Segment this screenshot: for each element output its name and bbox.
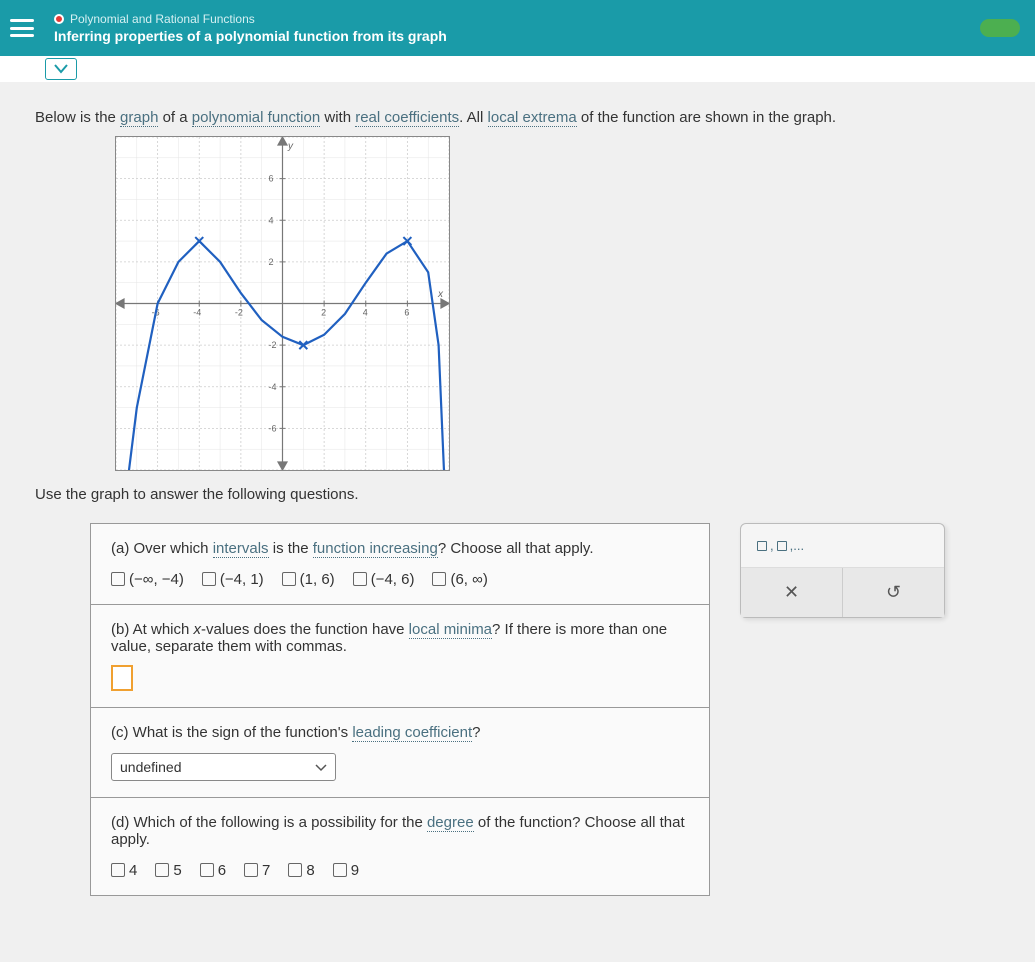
instruction-text: Use the graph to answer the following qu… (35, 486, 1015, 503)
square-icon (777, 541, 787, 551)
checkbox-icon (432, 572, 446, 586)
question-box: (a) Over which intervals is the function… (90, 523, 710, 896)
part-d-option-0[interactable]: 4 (111, 862, 137, 879)
svg-text:2: 2 (321, 308, 326, 318)
checkbox-icon (111, 863, 125, 877)
checkbox-icon (353, 572, 367, 586)
tool-panel: ,,... ✕ ↺ (740, 523, 945, 618)
term-local-minima[interactable]: local minima (409, 621, 492, 639)
part-b-prompt: (b) At which x-values does the function … (111, 621, 689, 655)
part-c-prompt: (c) What is the sign of the function's l… (111, 724, 689, 741)
term-function-increasing[interactable]: function increasing (313, 540, 438, 558)
subheader-bar (0, 56, 1035, 82)
collapse-toggle[interactable] (45, 58, 77, 80)
select-value: undefined (120, 759, 182, 775)
term-graph[interactable]: graph (120, 109, 158, 127)
svg-text:-6: -6 (269, 423, 277, 433)
svg-text:2: 2 (269, 257, 274, 267)
svg-text:4: 4 (269, 215, 274, 225)
svg-text:x: x (437, 289, 444, 300)
svg-text:-2: -2 (235, 308, 243, 318)
chevron-down-icon (315, 759, 327, 775)
part-a-option-4[interactable]: (6, ∞) (432, 571, 487, 588)
part-a-option-1[interactable]: (−4, 1) (202, 571, 264, 588)
menu-icon[interactable] (10, 19, 34, 37)
part-b: (b) At which x-values does the function … (91, 605, 709, 708)
part-d-option-5[interactable]: 9 (333, 862, 359, 879)
svg-text:4: 4 (363, 308, 368, 318)
svg-text:-2: -2 (269, 340, 277, 350)
part-d: (d) Which of the following is a possibil… (91, 798, 709, 895)
part-a-option-2[interactable]: (1, 6) (282, 571, 335, 588)
term-leading-coefficient[interactable]: leading coefficient (352, 724, 472, 742)
status-pill[interactable] (980, 19, 1020, 37)
content-area: Below is the graph of a polynomial funct… (0, 82, 1035, 916)
square-icon (757, 541, 767, 551)
checkbox-icon (202, 572, 216, 586)
term-degree[interactable]: degree (427, 814, 474, 832)
svg-text:6: 6 (404, 308, 409, 318)
part-d-option-1[interactable]: 5 (155, 862, 181, 879)
part-d-option-4[interactable]: 8 (288, 862, 314, 879)
polynomial-graph: -6-4-2246-6-4-2246 y x (115, 136, 450, 471)
record-dot-icon (54, 14, 64, 24)
header-text: Polynomial and Rational Functions Inferr… (54, 12, 980, 44)
app-header: Polynomial and Rational Functions Inferr… (0, 0, 1035, 56)
term-real-coefficients[interactable]: real coefficients (355, 109, 459, 127)
list-format-button[interactable]: ,,... (741, 524, 944, 568)
checkbox-icon (282, 572, 296, 586)
close-button[interactable]: ✕ (741, 568, 843, 617)
lesson-title: Inferring properties of a polynomial fun… (54, 28, 980, 44)
part-d-prompt: (d) Which of the following is a possibil… (111, 814, 689, 848)
svg-text:y: y (287, 141, 294, 152)
checkbox-icon (288, 863, 302, 877)
reset-button[interactable]: ↺ (843, 568, 944, 617)
local-minima-input[interactable] (111, 665, 133, 691)
sign-select[interactable]: undefined (111, 753, 336, 781)
svg-text:6: 6 (269, 174, 274, 184)
intro-text: Below is the graph of a polynomial funct… (35, 109, 1015, 126)
part-d-option-3[interactable]: 7 (244, 862, 270, 879)
term-intervals[interactable]: intervals (213, 540, 269, 558)
checkbox-icon (200, 863, 214, 877)
checkbox-icon (111, 572, 125, 586)
term-local-extrema[interactable]: local extrema (488, 109, 577, 127)
svg-text:-4: -4 (193, 308, 201, 318)
term-polynomial-function[interactable]: polynomial function (192, 109, 320, 127)
part-a: (a) Over which intervals is the function… (91, 524, 709, 605)
category-label: Polynomial and Rational Functions (70, 12, 255, 26)
part-c: (c) What is the sign of the function's l… (91, 708, 709, 798)
part-a-option-0[interactable]: (−∞, −4) (111, 571, 184, 588)
checkbox-icon (333, 863, 347, 877)
part-d-option-2[interactable]: 6 (200, 862, 226, 879)
part-a-prompt: (a) Over which intervals is the function… (111, 540, 689, 557)
part-a-option-3[interactable]: (−4, 6) (353, 571, 415, 588)
checkbox-icon (244, 863, 258, 877)
svg-text:-4: -4 (269, 382, 277, 392)
checkbox-icon (155, 863, 169, 877)
